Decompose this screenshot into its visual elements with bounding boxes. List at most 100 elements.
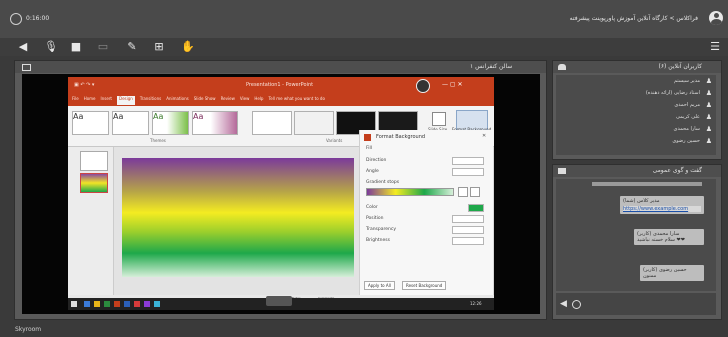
user-name: سارا محمدی (673, 126, 700, 132)
account-avatar-icon[interactable] (416, 79, 430, 93)
direction-dropdown[interactable] (452, 157, 484, 165)
user-icon: ♟ (705, 113, 712, 121)
tab-file[interactable]: File (72, 96, 79, 105)
tab-animations[interactable]: Animations (166, 96, 188, 105)
tab-transitions[interactable]: Transitions (140, 96, 161, 105)
apply-to-all-button[interactable]: Apply to All (364, 281, 395, 290)
chat-icon (558, 168, 566, 174)
user-name: علی کریمی (676, 114, 700, 120)
theme-thumb-3[interactable]: Aa (152, 111, 189, 135)
theme-thumb-2[interactable]: Aa (112, 111, 149, 135)
reset-background-button[interactable]: Reset Background (402, 281, 447, 290)
send-icon[interactable]: ◀ (560, 299, 567, 309)
window-controls[interactable]: — ▢ ✕ (442, 81, 463, 88)
variant-thumb-2[interactable] (294, 111, 334, 135)
angle-input[interactable] (452, 168, 484, 176)
variants-group-label: Variants (326, 138, 343, 143)
taskbar-app-icon[interactable] (114, 301, 120, 307)
pane-title: Format Background (376, 134, 426, 140)
slide-size-icon[interactable] (432, 112, 446, 126)
presentation-panel-title: سالن کنفرانس ۱ (470, 63, 513, 70)
color-picker[interactable] (468, 204, 484, 212)
taskbar-app-icon[interactable] (144, 301, 150, 307)
taskbar-app-icon[interactable] (84, 301, 90, 307)
taskbar-app-icon[interactable] (94, 301, 100, 307)
pane-label-angle: Angle (366, 169, 379, 174)
position-input[interactable] (452, 215, 484, 223)
taskbar-clock: 12:26 (470, 301, 482, 306)
pane-label-color: Color (366, 205, 378, 210)
chat-sender: مدیر کلاس (شما) (623, 198, 660, 204)
page-title: فراکلاس > کارگاه آنلاین آموزش پاورپوینت … (569, 15, 698, 22)
whiteboard-icon[interactable]: ⊞ (153, 41, 165, 53)
user-row[interactable]: مریم احمدی ♟ (560, 101, 716, 110)
user-row[interactable]: حسین رضوی ♟ (560, 137, 716, 146)
tell-me-box[interactable]: Tell me what you want to do (268, 96, 324, 105)
expand-icon[interactable] (22, 64, 31, 71)
users-group-icon (558, 64, 566, 70)
pane-label-transparency: Transparency (366, 227, 397, 232)
toolbar (0, 38, 728, 56)
gradient-stops-bar[interactable] (366, 188, 454, 196)
microphone-icon[interactable]: 🎙︎ (44, 41, 58, 53)
transparency-input[interactable] (452, 226, 484, 234)
tab-view[interactable]: View (240, 96, 250, 105)
menu-icon[interactable]: ☰ (709, 41, 721, 53)
user-icon: ♟ (705, 77, 712, 85)
variant-thumb-1[interactable] (252, 111, 292, 135)
brightness-input[interactable] (452, 237, 484, 245)
chat-scroll-marker (592, 182, 702, 186)
user-avatar-icon[interactable] (709, 11, 723, 25)
tab-design[interactable]: Design (117, 96, 135, 105)
user-icon: ♟ (705, 89, 712, 97)
timer-icon (10, 13, 22, 25)
session-timer: 0:16:00 (26, 15, 50, 22)
add-stop-button[interactable] (458, 187, 468, 197)
pane-label-brightness: Brightness (366, 238, 390, 243)
taskbar-app-icon[interactable] (154, 301, 160, 307)
chat-message: مدیر کلاس (شما) https://www.example.com (620, 196, 704, 214)
user-icon: ♟ (705, 101, 712, 109)
screen-share-icon[interactable]: ▭ (97, 41, 109, 53)
tab-slide-show[interactable]: Slide Show (194, 96, 216, 105)
pane-label-fill: Fill (366, 146, 373, 151)
start-icon[interactable] (71, 301, 77, 307)
tab-home[interactable]: Home (84, 96, 96, 105)
taskbar-app-icon[interactable] (124, 301, 130, 307)
user-name: حسین رضوی (672, 138, 700, 144)
pane-label-gradient-stops: Gradient stops (366, 180, 400, 185)
theme-thumb-4[interactable]: Aa (192, 111, 238, 135)
user-name: استاد رضایی (ارائه دهنده) (645, 90, 700, 96)
camera-icon[interactable]: ■ (70, 41, 82, 53)
tab-help[interactable]: Help (254, 96, 263, 105)
themes-group-label: Themes (150, 138, 166, 143)
user-row[interactable]: علی کریمی ♟ (560, 113, 716, 122)
taskbar-apps (84, 301, 284, 307)
user-row[interactable]: سارا محمدی ♟ (560, 125, 716, 134)
user-row[interactable]: مدیر سیستم ♟ (560, 77, 716, 86)
chat-message: حسین رضوی (کاربر) ممنون (640, 265, 704, 281)
stream-controls-icon[interactable] (266, 296, 292, 306)
quick-access-toolbar: ▣ ↶ ↷ ▾ (74, 82, 95, 88)
tab-review[interactable]: Review (221, 96, 235, 105)
pane-label-direction: Direction (366, 158, 387, 163)
ppt-tab-list: File Home Insert Design Transitions Anim… (72, 96, 492, 105)
tab-insert[interactable]: Insert (101, 96, 112, 105)
taskbar-app-icon[interactable] (134, 301, 140, 307)
remove-stop-button[interactable] (470, 187, 480, 197)
user-row[interactable]: استاد رضایی (ارائه دهنده) ♟ (560, 89, 716, 98)
chat-link[interactable]: https://www.example.com (623, 206, 701, 212)
pane-close-icon[interactable]: ✕ (482, 133, 486, 139)
ppt-window-title: Presentation1 - PowerPoint (246, 82, 314, 88)
slide-thumbnail-2[interactable] (80, 173, 108, 193)
slide-canvas[interactable] (122, 158, 354, 277)
taskbar-app-icon[interactable] (104, 301, 110, 307)
raise-hand-icon[interactable]: ✋ (181, 41, 195, 53)
emoji-icon[interactable] (572, 300, 581, 309)
users-panel-title: کاربران آنلاین (۶) (658, 63, 702, 70)
pen-icon[interactable]: ✎ (126, 41, 138, 53)
user-name: مریم احمدی (674, 102, 700, 108)
theme-thumb-1[interactable]: Aa (72, 111, 109, 135)
speaker-icon[interactable]: ◀ (17, 41, 29, 53)
slide-thumbnail-1[interactable] (80, 151, 108, 171)
